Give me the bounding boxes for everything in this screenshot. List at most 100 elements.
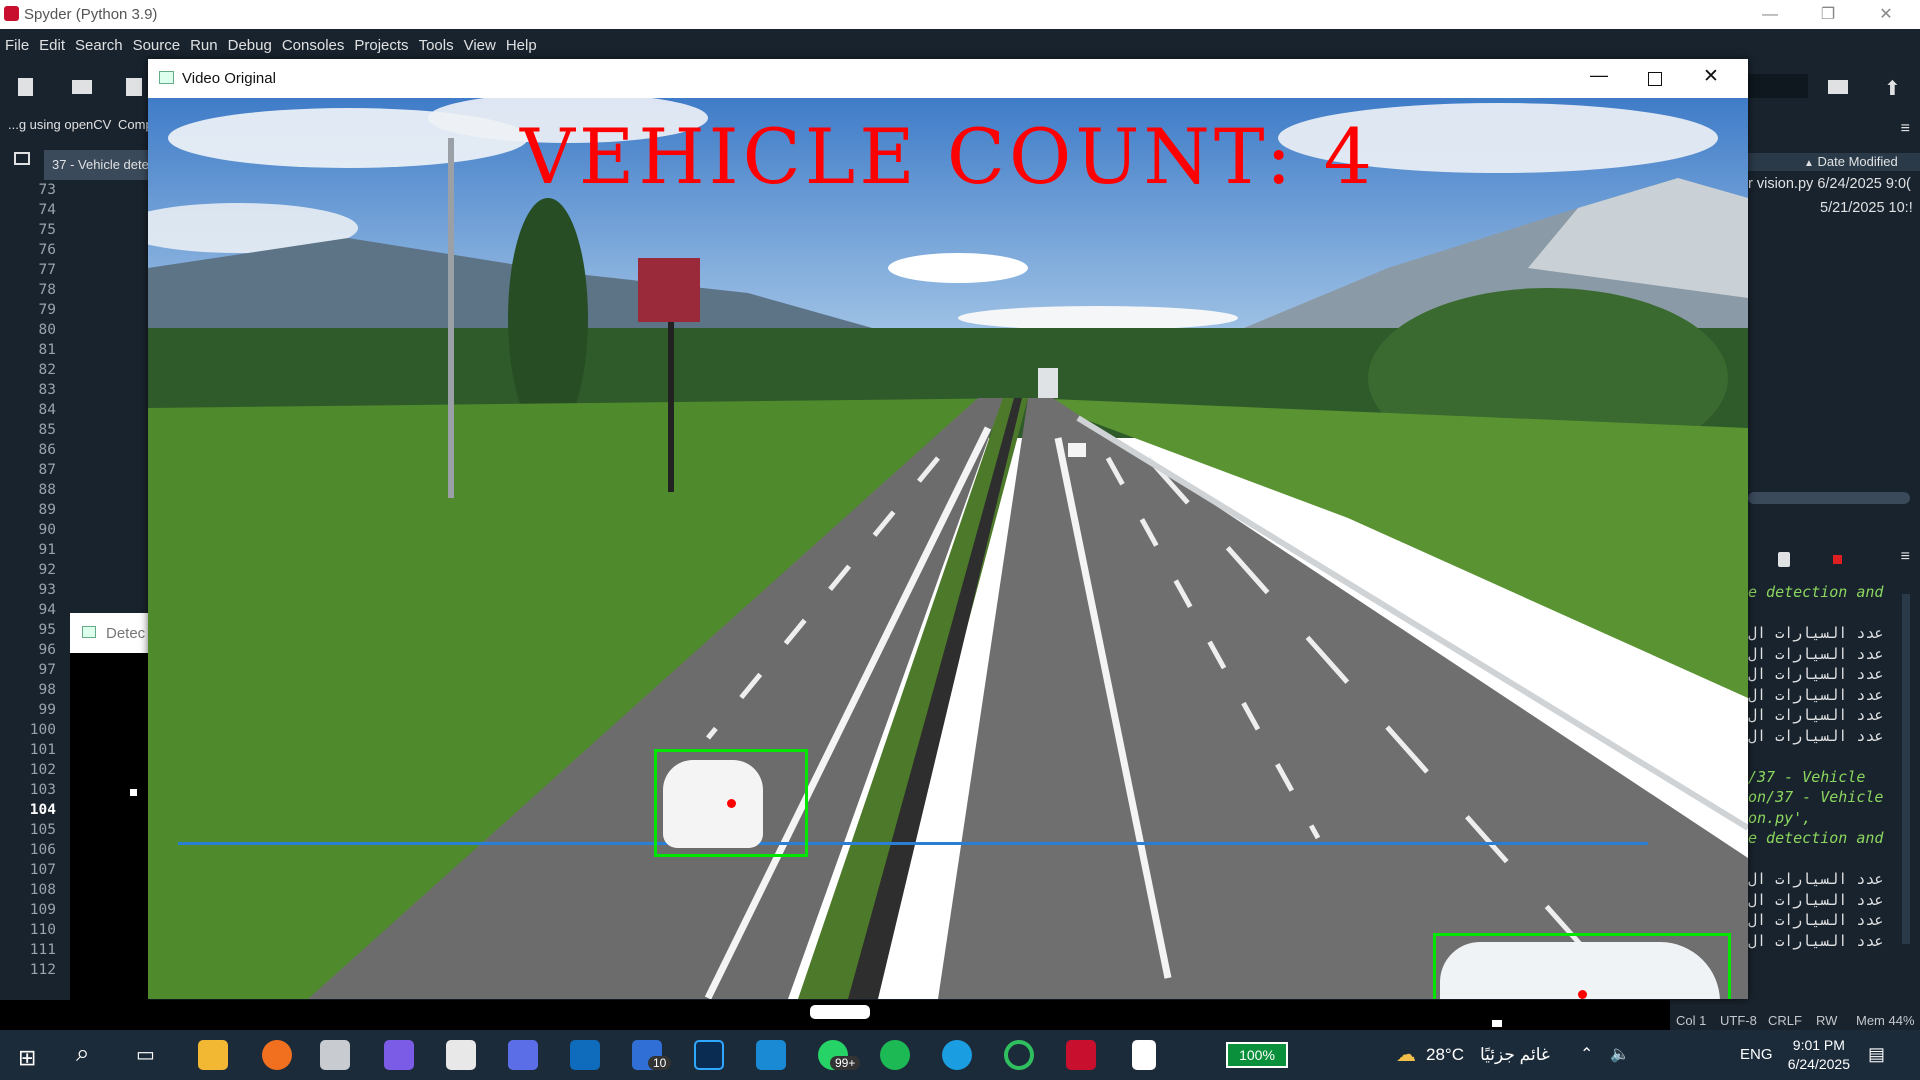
horizontal-scrollbar[interactable] [1748,492,1910,504]
status-memory: Mem 44% [1856,1013,1915,1028]
line-number: 97 [38,662,56,678]
line-number: 100 [29,722,56,738]
new-file-icon[interactable] [18,78,33,96]
line-number: 74 [38,202,56,218]
line-number: 109 [29,902,56,918]
line-number: 75 [38,222,56,238]
pane-menu-icon[interactable]: ≡ [1901,120,1910,138]
stop-icon[interactable] [1833,555,1842,564]
tab-vehicle-detection[interactable]: 37 - Vehicle dete [44,150,148,180]
close-button[interactable]: ✕ [1866,4,1906,26]
parent-dir-icon[interactable]: ⬆ [1884,76,1901,101]
ipython-console[interactable]: ≡ e detection and عدد السيارات ال عدد السي… [1748,540,1920,1000]
menu-bar: File Edit Search Source Run Debug Consoles Proj… [0,29,1920,60]
console-menu-icon[interactable]: ≡ [1901,548,1910,566]
menu-file[interactable]: File [0,29,34,62]
path-dropdown[interactable] [1748,74,1808,98]
video-maximize-button[interactable] [1648,72,1662,86]
artifact-blob [1492,1020,1502,1027]
weather-temp[interactable]: 28°C [1426,1045,1464,1065]
console-line: عدد السيارات ال [1748,911,1884,929]
trash-icon[interactable] [1778,552,1790,567]
line-number: 90 [38,522,56,538]
detection-window[interactable]: Detec [70,613,150,1005]
menu-consoles[interactable]: Consoles [277,29,350,62]
restore-button[interactable]: ❐ [1808,4,1848,26]
outlook-icon[interactable] [570,1040,600,1070]
language-indicator[interactable]: ENG [1740,1046,1773,1063]
calculator-icon[interactable] [320,1040,350,1070]
clock[interactable]: 9:01 PM 6/24/2025 [1788,1036,1850,1074]
weather-icon[interactable]: ☁ [1396,1042,1416,1067]
files-pane: ≡ ▲ Date Modified r vision.py 6/24/2025 … [1748,112,1920,532]
search-app-icon[interactable] [262,1040,292,1070]
menu-help[interactable]: Help [501,29,542,62]
line-number: 111 [29,942,56,958]
spyder-app-icon [4,6,19,21]
video-window-title-bar[interactable]: Video Original — ✕ [148,59,1748,98]
counting-line [178,842,1648,845]
menu-debug[interactable]: Debug [223,29,277,62]
line-number: 79 [38,302,56,318]
spyder-taskbar-icon[interactable] [1066,1040,1096,1070]
file-row[interactable]: 5/21/2025 10:! [1820,200,1913,216]
spotify-icon[interactable] [880,1040,910,1070]
browse-folder-icon[interactable] [1828,80,1848,94]
show-hidden-icons[interactable]: ⌃ [1580,1044,1593,1064]
copilot-icon[interactable] [384,1040,414,1070]
loader-app-icon[interactable] [1004,1040,1034,1070]
line-number: 77 [38,262,56,278]
spyder-title: Spyder (Python 3.9) [24,6,158,23]
line-number: 94 [38,602,56,618]
menu-source[interactable]: Source [128,29,186,62]
video-original-window[interactable]: Video Original — ✕ VEHICLE COUNT: 4 [148,59,1748,999]
browse-tabs-icon[interactable] [14,152,30,165]
menu-edit[interactable]: Edit [34,29,70,62]
volume-icon[interactable]: 🔈 [1610,1044,1630,1064]
line-number: 98 [38,682,56,698]
battery-indicator[interactable]: 100% [1226,1042,1288,1068]
console-scrollbar[interactable] [1902,594,1910,944]
video-window-title: Video Original [182,70,276,87]
line-number: 106 [29,842,56,858]
weather-text[interactable]: غائم جزئيًا [1480,1045,1550,1065]
task-view-icon[interactable]: ▭ [136,1042,155,1067]
menu-run[interactable]: Run [185,29,223,62]
console-line: e detection and [1748,829,1884,847]
video-close-button[interactable]: ✕ [1703,65,1719,88]
m365-icon[interactable] [508,1040,538,1070]
date-modified-header[interactable]: ▲ Date Modified [1748,153,1920,171]
todo-badge: 10 [648,1056,672,1070]
file-row[interactable]: r vision.py 6/24/2025 9:0( [1748,176,1911,192]
save-icon[interactable] [126,78,142,96]
artifact-blob [810,1005,870,1019]
clock-time: 9:01 PM [1792,1037,1845,1053]
video-minimize-button[interactable]: — [1590,65,1608,86]
edge-icon[interactable] [942,1040,972,1070]
menu-projects[interactable]: Projects [349,29,413,62]
photoshop-icon[interactable] [694,1040,724,1070]
console-line: عدد السيارات ال [1748,726,1884,745]
sort-up-icon: ▲ [1804,158,1814,169]
line-number: 101 [29,742,56,758]
centroid-dot [727,799,736,808]
file-explorer-icon[interactable] [198,1040,228,1070]
menu-tools[interactable]: Tools [414,29,459,62]
console-line: عدد السيارات ال [1748,870,1884,888]
spyder-title-bar: Spyder (Python 3.9) — ❐ ✕ [0,0,1920,29]
minimize-button[interactable]: — [1750,4,1790,26]
detection-window-title-bar[interactable]: Detec [70,613,150,653]
notifications-icon[interactable]: ▤ [1868,1044,1885,1065]
start-icon[interactable]: ⊞ [18,1045,36,1071]
line-number: 105 [29,822,56,838]
line-number: 96 [38,642,56,658]
line-number: 92 [38,562,56,578]
vscode-icon[interactable] [756,1040,786,1070]
console-line: عدد السيارات ال [1748,706,1884,724]
open-file-icon[interactable] [72,80,92,94]
menu-view[interactable]: View [459,29,501,62]
search-icon[interactable]: ⌕ [76,1040,89,1068]
menu-search[interactable]: Search [70,29,128,62]
store-icon[interactable] [446,1040,476,1070]
notepad-icon[interactable] [1132,1040,1156,1070]
